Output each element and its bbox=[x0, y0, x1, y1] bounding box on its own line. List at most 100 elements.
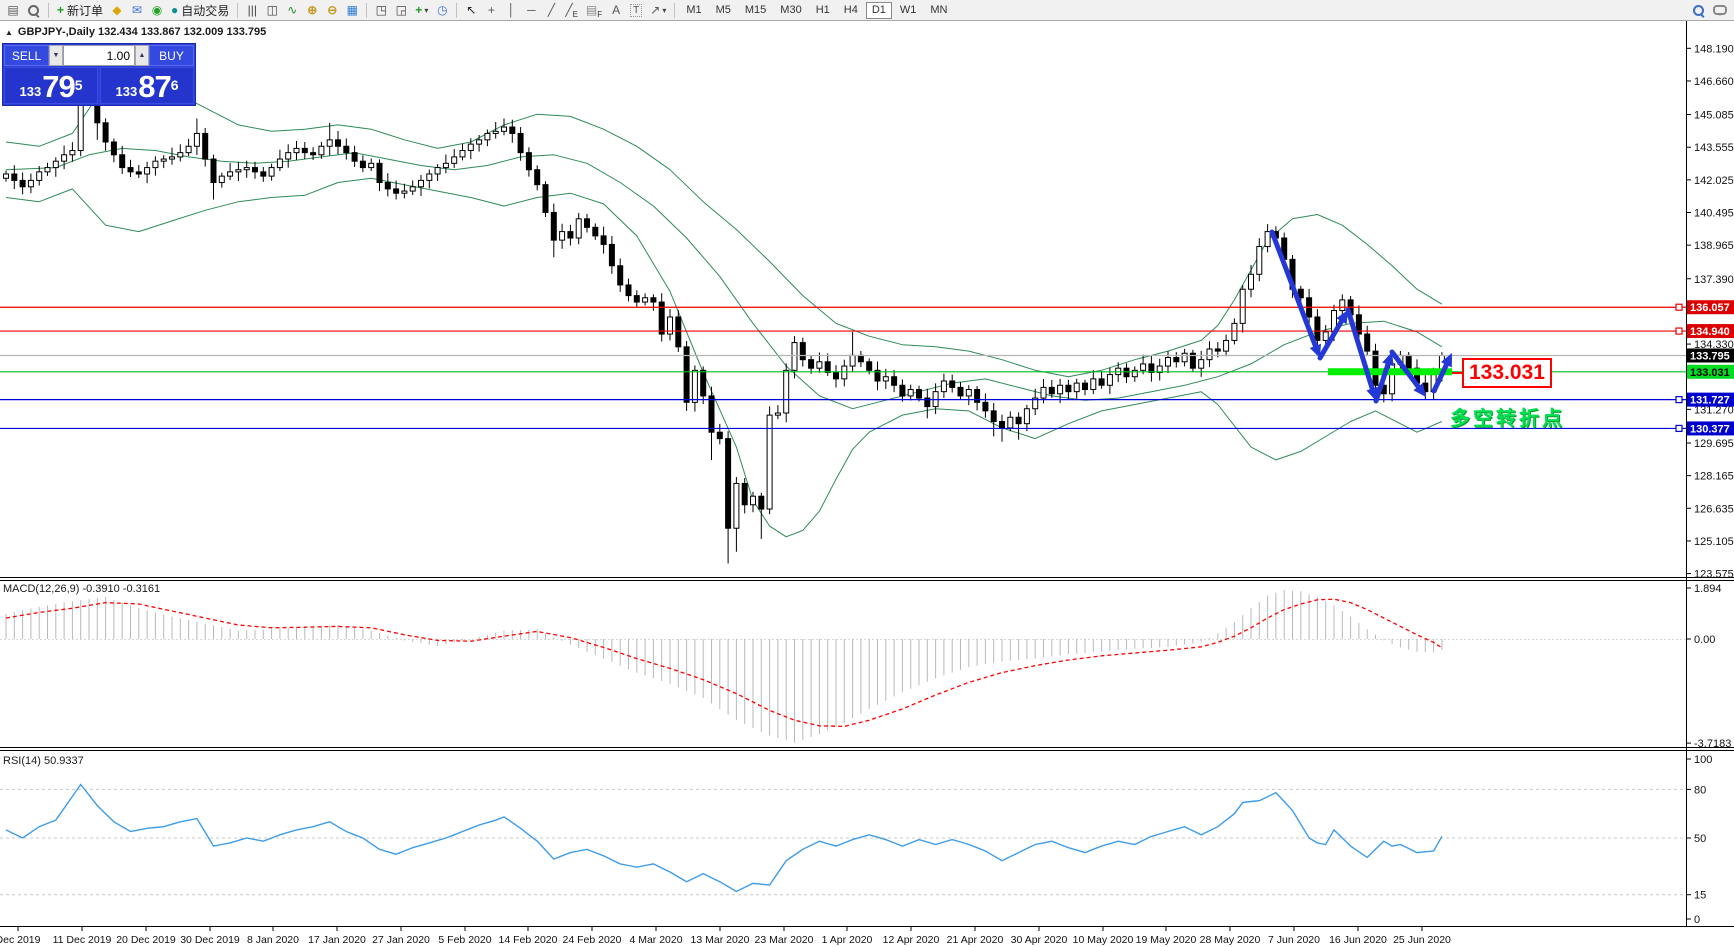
search-icon bbox=[1692, 4, 1705, 17]
svg-text:50: 50 bbox=[1694, 833, 1706, 845]
svg-text:24 Feb 2020: 24 Feb 2020 bbox=[563, 934, 622, 946]
new-order-button[interactable]: + 新订单 bbox=[53, 1, 107, 20]
timeframe-button-m1[interactable]: M1 bbox=[680, 2, 707, 19]
bar-chart-icon-glyph: ||| bbox=[247, 3, 257, 17]
svg-text:133.031: 133.031 bbox=[1690, 367, 1730, 379]
svg-text:134.940: 134.940 bbox=[1690, 326, 1730, 338]
price-callout-box[interactable]: 133.031 bbox=[1462, 358, 1552, 388]
signals-icon[interactable]: ◉ bbox=[147, 1, 167, 20]
vline-icon-glyph: │ bbox=[507, 3, 516, 17]
svg-text:30 Apr 2020: 30 Apr 2020 bbox=[1011, 934, 1068, 946]
timeframe-button-m30[interactable]: M30 bbox=[774, 2, 807, 19]
buy-price-pip: 6 bbox=[170, 77, 179, 93]
svg-text:136.057: 136.057 bbox=[1690, 302, 1730, 314]
svg-text:126.635: 126.635 bbox=[1694, 503, 1734, 515]
autotrading-button[interactable]: ● 自动交易 bbox=[167, 1, 233, 20]
candle-chart-icon[interactable]: ◫ bbox=[262, 1, 282, 20]
svg-text:28 May 2020: 28 May 2020 bbox=[1200, 934, 1261, 946]
svg-text:27 Jan 2020: 27 Jan 2020 bbox=[372, 934, 430, 946]
sell-button[interactable]: SELL bbox=[4, 45, 49, 66]
label-icon[interactable]: T bbox=[626, 1, 646, 20]
svg-text:142.025: 142.025 bbox=[1694, 175, 1734, 187]
timeframe-button-m5[interactable]: M5 bbox=[710, 2, 737, 19]
community-icon[interactable]: ✉ bbox=[127, 1, 147, 20]
fibonacci-icon-sub: F bbox=[597, 9, 603, 19]
svg-text:128.165: 128.165 bbox=[1694, 471, 1734, 483]
hline-icon[interactable]: ─ bbox=[521, 1, 541, 20]
fibonacci-icon-glyph: ▤ bbox=[585, 3, 598, 17]
collapse-panel-icon[interactable]: ▲ bbox=[5, 28, 13, 37]
svg-text:7 Jun 2020: 7 Jun 2020 bbox=[1268, 934, 1320, 946]
svg-text:100: 100 bbox=[1694, 754, 1712, 766]
crosshair-icon[interactable]: + bbox=[481, 1, 501, 20]
timeframe-button-m15[interactable]: M15 bbox=[739, 2, 772, 19]
fibonacci-icon[interactable]: ▤ F bbox=[582, 1, 606, 20]
svg-text:30 Dec 2019: 30 Dec 2019 bbox=[180, 934, 240, 946]
buy-button[interactable]: BUY bbox=[149, 45, 194, 66]
mt4-window: MACD(12,26,9) -0.3910 -0.3161 1.894 0.00 -3… bbox=[0, 0, 1734, 947]
svg-text:11 Dec 2019: 11 Dec 2019 bbox=[53, 934, 112, 946]
volume-up-button[interactable]: ▲ bbox=[135, 45, 149, 66]
depth-of-market-icon-glyph: ◲ bbox=[395, 3, 407, 17]
volume-down-button[interactable]: ▼ bbox=[49, 45, 63, 66]
text-icon[interactable]: A bbox=[606, 1, 626, 20]
tile-windows-icon[interactable]: ▦ bbox=[342, 1, 362, 20]
chart-canvas[interactable]: MACD(12,26,9) -0.3910 -0.3161 1.894 0.00 -3… bbox=[0, 0, 1734, 947]
timeframe-button-mn[interactable]: MN bbox=[924, 2, 953, 19]
vline-icon[interactable]: │ bbox=[501, 1, 521, 20]
new-order-button-glyph: + bbox=[57, 3, 65, 17]
add-indicator-button[interactable]: + ▾ bbox=[411, 1, 432, 20]
svg-text:-3.7183: -3.7183 bbox=[1694, 738, 1731, 750]
svg-text:13 Mar 2020: 13 Mar 2020 bbox=[691, 934, 750, 946]
arrows-icon[interactable]: ↗ ▾ bbox=[646, 1, 670, 20]
rsi-label: RSI(14) 50.9337 bbox=[3, 755, 84, 767]
zoom-out-icon[interactable]: ⊖ bbox=[322, 1, 342, 20]
buy-price-big: 87 bbox=[138, 69, 171, 104]
history-icon[interactable]: ◆ bbox=[107, 1, 127, 20]
period-icon-glyph: ◷ bbox=[437, 3, 448, 17]
trendline-icon[interactable]: ╱ bbox=[541, 1, 561, 20]
timeframe-button-d1[interactable]: D1 bbox=[865, 1, 892, 19]
zoom-in-icon[interactable]: ⊕ bbox=[302, 1, 322, 20]
channel-icon[interactable]: ╱ E bbox=[561, 1, 582, 20]
chat-icon[interactable] bbox=[1709, 1, 1731, 20]
hline-icon-glyph: ─ bbox=[527, 3, 536, 17]
text-icon-glyph: A bbox=[612, 3, 621, 17]
buy-price-button[interactable]: 133 87 6 bbox=[100, 67, 194, 104]
toolbar-separator bbox=[456, 2, 458, 18]
cursor-icon[interactable]: ↖ bbox=[461, 1, 481, 20]
new-subwindow-icon[interactable]: ◳ bbox=[371, 1, 391, 20]
svg-text:148.190: 148.190 bbox=[1694, 43, 1734, 55]
zoom-out-icon-glyph: ⊖ bbox=[327, 3, 338, 17]
zoom-in-icon-glyph: ⊕ bbox=[307, 3, 318, 17]
market-search-icon bbox=[27, 4, 40, 17]
signals-icon-glyph: ◉ bbox=[151, 3, 163, 17]
timeframe-button-h1[interactable]: H1 bbox=[810, 2, 836, 19]
svg-text:0: 0 bbox=[1694, 914, 1700, 926]
svg-text:5 Feb 2020: 5 Feb 2020 bbox=[438, 934, 491, 946]
volume-input[interactable] bbox=[63, 45, 135, 66]
svg-text:137.390: 137.390 bbox=[1694, 274, 1734, 286]
arrows-icon-glyph: ↗ bbox=[650, 3, 661, 17]
chart-title: ▲ GBPJPY-,Daily 132.434 133.867 132.009 … bbox=[5, 26, 266, 38]
period-icon[interactable]: ◷ bbox=[432, 1, 452, 20]
svg-text:130.377: 130.377 bbox=[1690, 423, 1730, 435]
line-chart-icon[interactable]: ∿ bbox=[282, 1, 302, 20]
line-chart-icon-glyph: ∿ bbox=[287, 3, 298, 17]
sell-price-pip: 5 bbox=[74, 77, 83, 93]
zone-text-label[interactable]: 多空转折点 bbox=[1450, 402, 1565, 431]
toolbar: ▤ + 新订单 ◆ ✉ ◉ ● 自动交易 ||| ◫ ∿ ⊕ ⊖ ▦ ◳ ◲ + ▾ ◷ ↖ + │ ─ ╱ ╱ E ▤ F A T ↗ ▾ … bbox=[0, 0, 1734, 21]
buy-price-prefix: 133 bbox=[115, 84, 138, 99]
bar-chart-icon[interactable]: ||| bbox=[242, 1, 262, 20]
search-icon[interactable] bbox=[1688, 1, 1709, 20]
market-search-icon[interactable] bbox=[23, 1, 44, 20]
add-indicator-button-glyph: + bbox=[415, 3, 423, 17]
sell-price-button[interactable]: 133 79 5 bbox=[4, 67, 98, 104]
svg-text:8 Jan 2020: 8 Jan 2020 bbox=[247, 934, 299, 946]
chart-window-icon[interactable]: ▤ bbox=[3, 1, 23, 20]
timeframe-button-w1[interactable]: W1 bbox=[894, 2, 923, 19]
chart-window-icon-glyph: ▤ bbox=[7, 3, 19, 17]
autotrading-button-glyph: ● bbox=[171, 3, 179, 17]
timeframe-button-h4[interactable]: H4 bbox=[838, 2, 864, 19]
depth-of-market-icon[interactable]: ◲ bbox=[391, 1, 411, 20]
